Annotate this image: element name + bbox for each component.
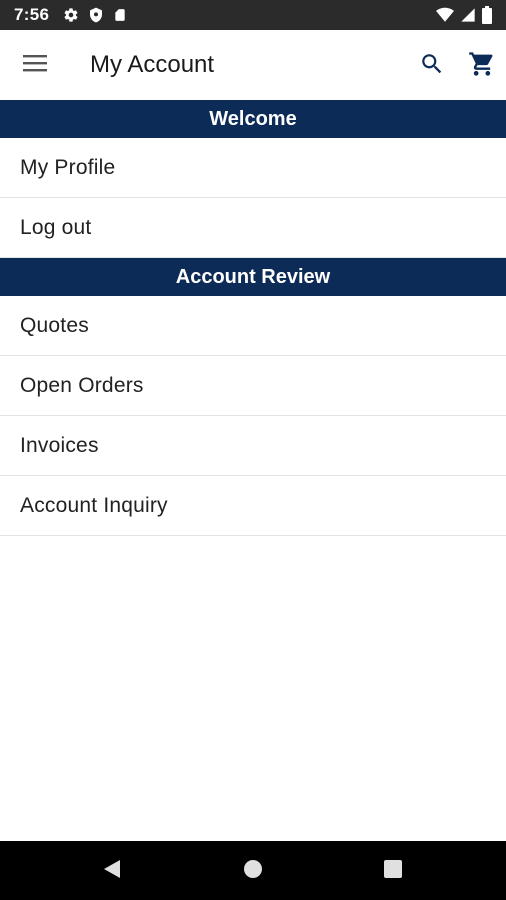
status-left-icons	[63, 7, 127, 23]
settings-icon	[63, 7, 79, 23]
list-item-log-out[interactable]: Log out	[0, 198, 506, 258]
recents-icon	[383, 859, 403, 884]
signal-icon	[460, 7, 476, 23]
wifi-icon	[436, 7, 454, 23]
status-bar: 7:56	[0, 0, 506, 30]
status-time: 7:56	[14, 5, 50, 24]
shield-icon	[88, 7, 104, 23]
account-menu: Welcome My Profile Log out Account Revie…	[0, 100, 506, 536]
sd-card-icon	[113, 7, 127, 23]
list-item-open-orders[interactable]: Open Orders	[0, 356, 506, 416]
search-button[interactable]	[412, 46, 452, 86]
status-right-icons	[436, 6, 492, 24]
page-title: My Account	[90, 51, 215, 78]
section-header-welcome: Welcome	[0, 100, 506, 138]
menu-icon	[22, 53, 48, 78]
list-item-invoices[interactable]: Invoices	[0, 416, 506, 476]
search-icon	[419, 51, 445, 82]
back-icon	[101, 858, 123, 885]
home-icon	[243, 859, 263, 884]
section-header-account-review: Account Review	[0, 258, 506, 296]
list-item-account-inquiry[interactable]: Account Inquiry	[0, 476, 506, 536]
cart-icon	[468, 50, 496, 83]
app-bar: My Account	[0, 30, 506, 100]
menu-button[interactable]	[14, 44, 56, 86]
system-nav-bar	[0, 841, 506, 900]
back-button[interactable]	[92, 851, 132, 891]
home-button[interactable]	[233, 851, 273, 891]
battery-icon	[482, 6, 492, 24]
cart-button[interactable]	[462, 46, 502, 86]
list-item-my-profile[interactable]: My Profile	[0, 138, 506, 198]
list-item-quotes[interactable]: Quotes	[0, 296, 506, 356]
recents-button[interactable]	[373, 851, 413, 891]
